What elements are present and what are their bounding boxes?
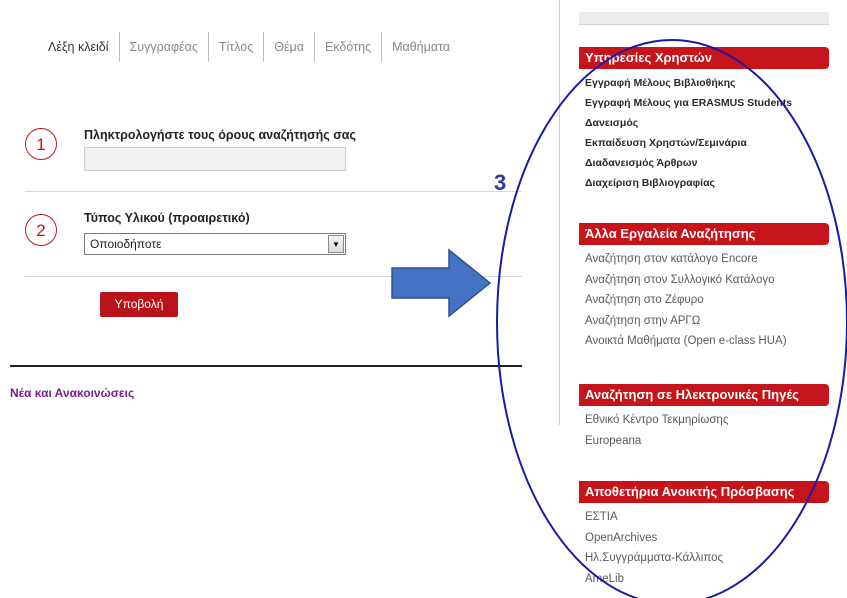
link-openarchives[interactable]: OpenArchives	[585, 528, 723, 549]
section-header-open-repositories: Αποθετήρια Ανοικτής Πρόσβασης	[579, 481, 829, 503]
annotation-arrow-icon	[391, 248, 492, 318]
news-announcements-link[interactable]: Νέα και Ανακοινώσεις	[10, 386, 134, 400]
step-2-label: Τύπος Υλικού (προαιρετικό)	[84, 211, 250, 225]
tab-publisher[interactable]: Εκδότης	[314, 32, 381, 62]
section-header-electronic-sources: Αναζήτηση σε Ηλεκτρονικές Πηγές	[579, 384, 829, 406]
link-library-membership[interactable]: Εγγραφή Μέλους Βιβλιοθήκης	[585, 73, 792, 93]
link-estia[interactable]: ΕΣΤΙΑ	[585, 507, 723, 528]
annotation-number: 3	[494, 170, 507, 195]
sidebar-top-bar	[579, 12, 829, 25]
divider	[25, 276, 522, 277]
section-divider	[10, 365, 522, 367]
section-header-user-services: Υπηρεσίες Χρηστών	[579, 47, 829, 69]
tab-subject[interactable]: Θέμα	[263, 32, 314, 62]
material-type-value: Οποιοδήποτε	[90, 237, 162, 251]
section-header-search-tools: Άλλα Εργαλεία Αναζήτησης	[579, 223, 829, 245]
link-article-interlending[interactable]: Διαδανεισμός Άρθρων	[585, 153, 792, 173]
dropdown-arrow-icon[interactable]: ▼	[328, 235, 344, 253]
link-europeana[interactable]: Europeana	[585, 431, 728, 452]
submit-button[interactable]: Υποβολή	[100, 292, 178, 317]
step-1-label: Πληκτρολογήστε τους όρους αναζήτησής σας	[84, 128, 356, 142]
link-lending[interactable]: Δανεισμός	[585, 113, 792, 133]
step-1-badge: 1	[25, 128, 57, 160]
search-tabs: Λέξη κλειδί Συγγραφέας Τίτλος Θέμα Εκδότ…	[40, 32, 460, 62]
link-ekt[interactable]: Εθνικό Κέντρο Τεκμηρίωσης	[585, 410, 728, 431]
material-type-select[interactable]: Οποιοδήποτε ▼	[84, 233, 346, 255]
link-open-eclass[interactable]: Ανοικτά Μαθήματα (Open e-class HUA)	[585, 331, 787, 352]
link-user-training[interactable]: Εκπαίδευση Χρηστών/Σεμινάρια	[585, 133, 792, 153]
step-2-badge: 2	[25, 214, 57, 246]
tab-courses[interactable]: Μαθήματα	[381, 32, 460, 62]
link-kallipos[interactable]: Ηλ.Συγγράμματα-Κάλλιπος	[585, 548, 723, 569]
user-services-list: Εγγραφή Μέλους Βιβλιοθήκης Εγγραφή Μέλου…	[585, 73, 792, 193]
tab-author[interactable]: Συγγραφέας	[118, 32, 208, 62]
link-amelib[interactable]: AmeLib	[585, 569, 723, 590]
open-repositories-list: ΕΣΤΙΑ OpenArchives Ηλ.Συγγράμματα-Κάλλιπ…	[585, 507, 723, 589]
tab-keyword[interactable]: Λέξη κλειδί	[40, 32, 119, 62]
search-terms-input[interactable]	[84, 147, 346, 171]
divider	[25, 191, 522, 192]
tab-title[interactable]: Τίτλος	[207, 32, 263, 62]
link-zefyros[interactable]: Αναζήτηση στο Ζέφυρο	[585, 290, 787, 311]
electronic-sources-list: Εθνικό Κέντρο Τεκμηρίωσης Europeana	[585, 410, 728, 451]
link-encore-catalog[interactable]: Αναζήτηση στον κατάλογο Encore	[585, 249, 787, 270]
link-argo[interactable]: Αναζήτηση στην ΑΡΓΩ	[585, 311, 787, 332]
sidebar-divider	[559, 0, 560, 425]
search-tools-list: Αναζήτηση στον κατάλογο Encore Αναζήτηση…	[585, 249, 787, 352]
link-bibliography-management[interactable]: Διαχείριση Βιβλιογραφίας	[585, 173, 792, 193]
link-union-catalog[interactable]: Αναζήτηση στον Συλλογικό Κατάλογο	[585, 270, 787, 291]
link-erasmus-membership[interactable]: Εγγραφή Μέλους για ERASMUS Students	[585, 93, 792, 113]
